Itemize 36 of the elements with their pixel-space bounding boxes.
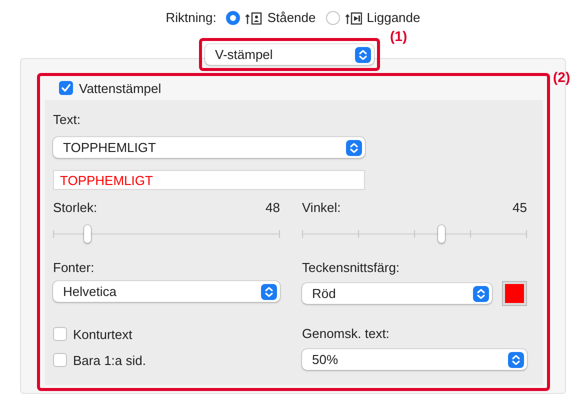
slider-value: 45 xyxy=(512,200,527,216)
slider-thumb[interactable] xyxy=(84,225,91,243)
text-field[interactable]: TOPPHEMLIGT xyxy=(53,170,365,190)
field-label: Teckensnittsfärg: xyxy=(302,260,401,276)
slider-label: Storlek: xyxy=(53,200,98,216)
radio-label: Liggande xyxy=(366,10,420,26)
checkbox[interactable] xyxy=(53,353,67,367)
slider-label: Vinkel: xyxy=(302,200,341,216)
checkbox[interactable] xyxy=(59,81,73,95)
stepper-icon xyxy=(261,284,277,300)
slider-thumb[interactable] xyxy=(438,225,445,243)
stepper-icon xyxy=(355,46,371,62)
field-label: Genomsk. text: xyxy=(302,326,390,342)
checkbox-label: Vattenstämpel xyxy=(79,80,162,96)
field-label: Text: xyxy=(53,112,82,128)
checkbox-label: Bara 1:a sid. xyxy=(73,352,146,368)
slider-value: 48 xyxy=(266,200,280,216)
portrait-icon xyxy=(245,12,262,24)
text-select[interactable]: TOPPHEMLIGT xyxy=(53,137,365,158)
transparency-select[interactable]: 50% xyxy=(302,349,527,370)
color-select[interactable]: Röd xyxy=(302,283,492,304)
field-label: Fonter: xyxy=(53,260,96,276)
mode-select[interactable]: V-stämpel xyxy=(205,44,374,65)
radio-button[interactable] xyxy=(326,11,340,25)
orientation-label: Riktning: xyxy=(166,10,216,26)
radio-label: Stående xyxy=(267,10,316,26)
stepper-icon xyxy=(346,140,362,156)
checkbox-label: Konturtext xyxy=(73,326,132,342)
radio-button[interactable] xyxy=(226,11,240,25)
stepper-icon xyxy=(473,286,489,302)
callout-label: (1) xyxy=(390,28,408,44)
callout-label: (2) xyxy=(553,69,570,85)
stepper-icon xyxy=(508,352,524,368)
checkbox[interactable] xyxy=(53,327,67,341)
font-select[interactable]: Helvetica xyxy=(53,281,280,302)
landscape-icon xyxy=(344,12,362,24)
